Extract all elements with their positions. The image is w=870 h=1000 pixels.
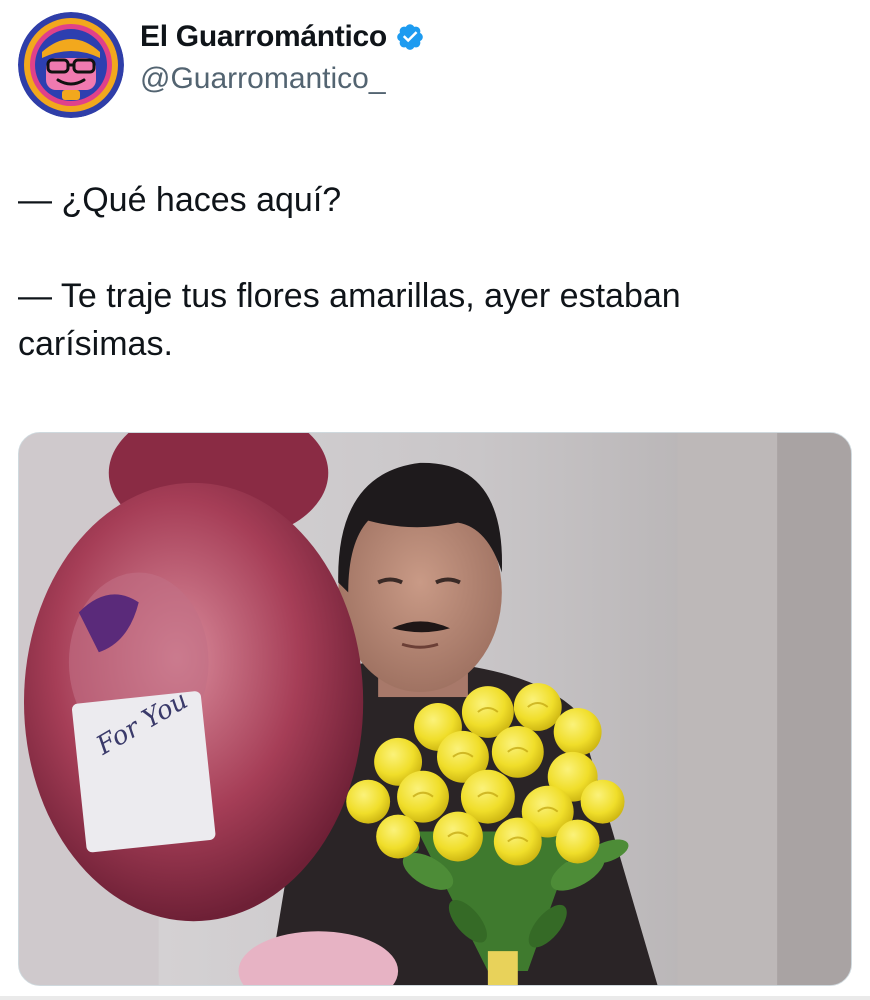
tweet-line: — Te traje tus flores amarillas, ayer es… bbox=[18, 277, 681, 363]
photo-illustration: For You bbox=[19, 433, 851, 985]
tweet-header: El Guarromántico @Guarromantico_ bbox=[18, 12, 425, 118]
tweet-text: — ¿Qué haces aquí? — Te traje tus flores… bbox=[18, 176, 838, 368]
author-names: El Guarromántico @Guarromantico_ bbox=[140, 17, 425, 99]
tweet-line: — ¿Qué haces aquí? bbox=[18, 181, 342, 219]
bottom-divider bbox=[0, 996, 870, 1000]
tweet-media-photo[interactable]: For You bbox=[18, 432, 852, 986]
author-handle[interactable]: @Guarromantico_ bbox=[140, 59, 425, 99]
tweet-card[interactable]: El Guarromántico @Guarromantico_ — ¿Qué … bbox=[0, 0, 870, 1000]
avatar[interactable] bbox=[18, 12, 124, 118]
verified-check-icon bbox=[397, 24, 423, 50]
display-name-row: El Guarromántico bbox=[140, 17, 425, 57]
display-name[interactable]: El Guarromántico bbox=[140, 17, 387, 57]
